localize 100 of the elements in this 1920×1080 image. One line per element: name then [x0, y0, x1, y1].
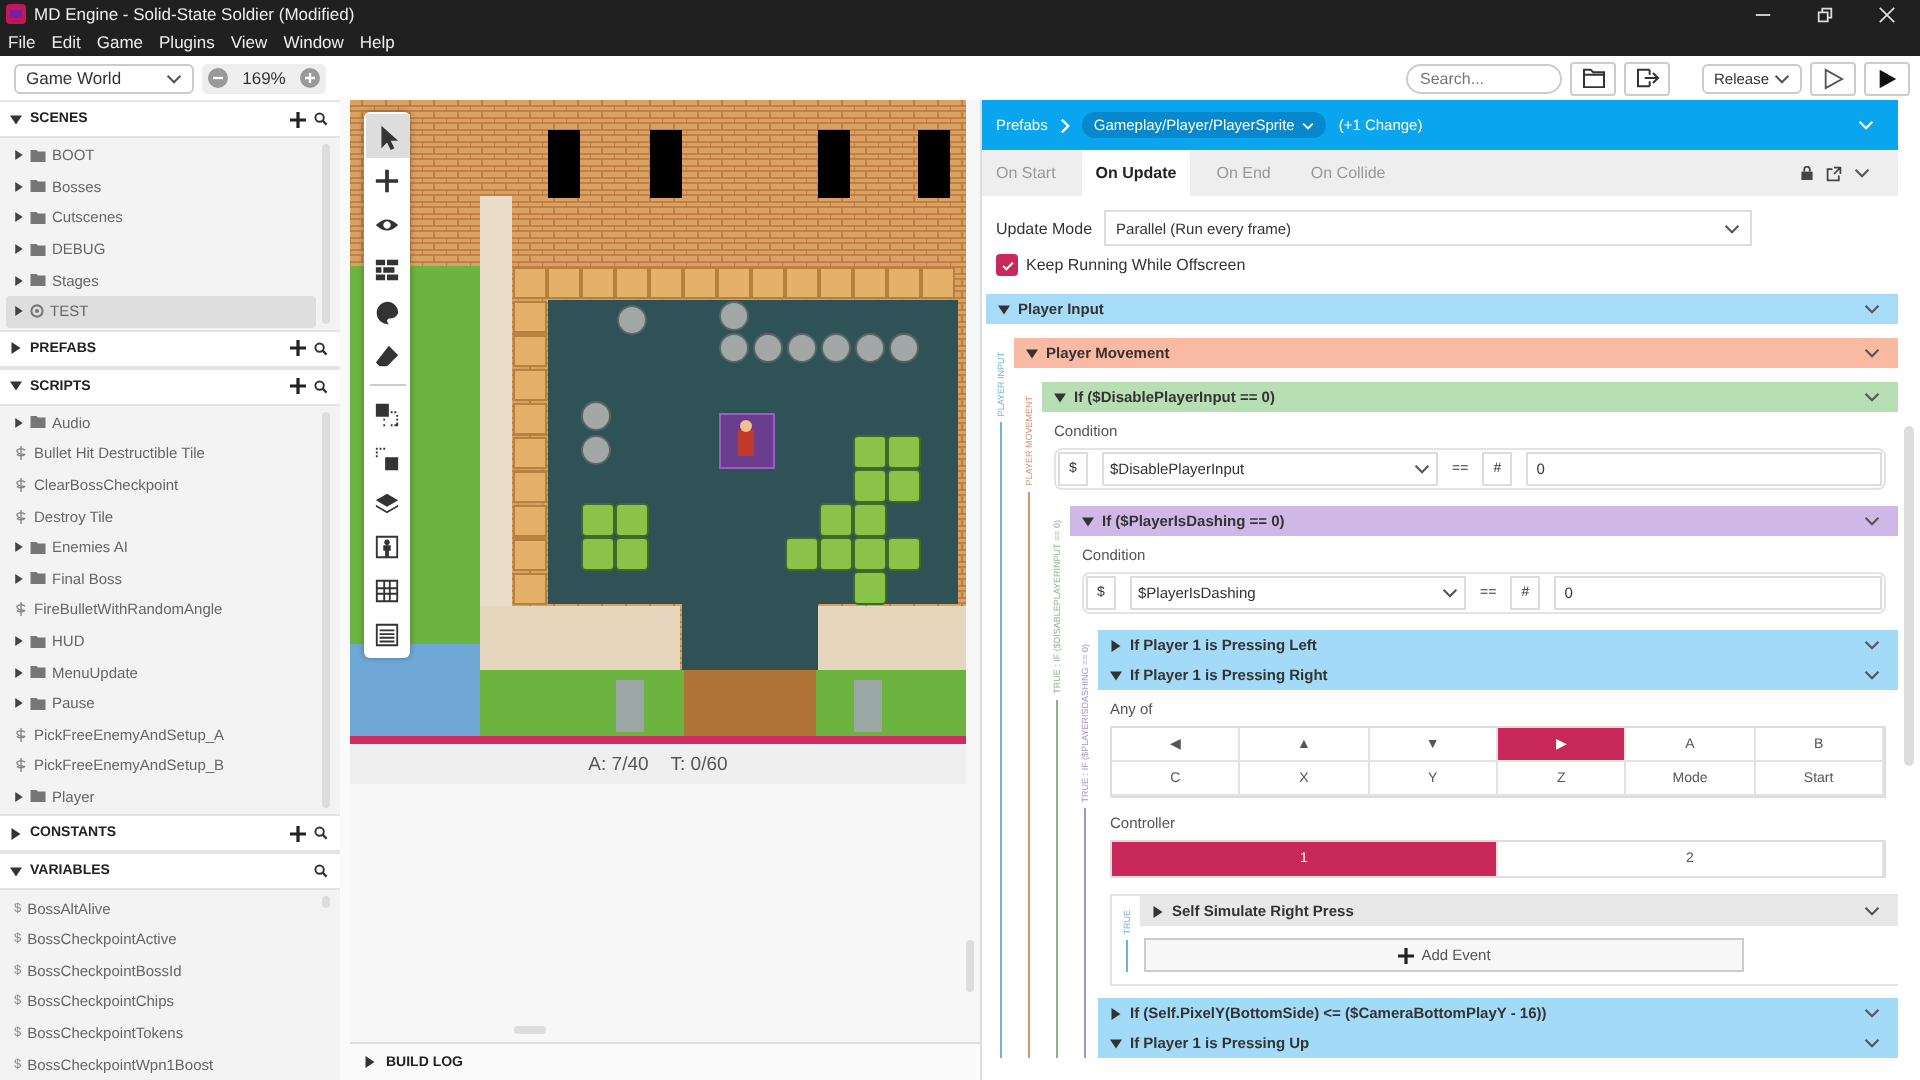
- caret-icon[interactable]: [1110, 669, 1122, 681]
- expand-arrow-icon[interactable]: [14, 542, 24, 553]
- search-icon[interactable]: [314, 112, 328, 126]
- expand-arrow-icon[interactable]: [14, 212, 24, 223]
- app-logo-icon: [6, 4, 26, 24]
- expand-arrow-icon[interactable]: [14, 667, 24, 678]
- folder-icon: [30, 635, 46, 648]
- list-icon: [374, 621, 400, 647]
- plus-icon[interactable]: [290, 825, 306, 842]
- folder-icon: [30, 541, 46, 554]
- search-icon[interactable]: [314, 341, 328, 356]
- menu-item[interactable]: Game: [96, 32, 144, 52]
- close-icon[interactable]: [1878, 5, 1896, 23]
- caret-icon[interactable]: [10, 342, 22, 355]
- menu-item[interactable]: Edit: [51, 32, 81, 52]
- play-button[interactable]: [1864, 61, 1910, 95]
- eraser-icon: [374, 343, 400, 369]
- expand-arrow-icon[interactable]: [14, 150, 24, 161]
- folder-icon: [30, 180, 46, 193]
- search-icon[interactable]: [314, 826, 328, 841]
- caret-icon[interactable]: [1152, 905, 1164, 917]
- tab[interactable]: On Update: [1081, 150, 1191, 196]
- caret-icon[interactable]: [1110, 639, 1122, 651]
- scrollbar[interactable]: [1904, 426, 1914, 766]
- expand-arrow-icon[interactable]: [14, 417, 24, 428]
- plus-icon[interactable]: [290, 111, 306, 127]
- plus-icon[interactable]: [290, 378, 306, 395]
- folder-icon: [30, 572, 46, 585]
- chevron-down-icon[interactable]: [1864, 1008, 1880, 1018]
- menu-item[interactable]: View: [230, 32, 268, 52]
- chevron-down-icon[interactable]: [1442, 588, 1458, 598]
- caret-icon[interactable]: [1110, 1007, 1122, 1019]
- play-outline-icon: [1822, 67, 1844, 89]
- world-select[interactable]: Game World: [14, 63, 194, 93]
- menu-item[interactable]: Help: [359, 32, 395, 52]
- menu-item[interactable]: File: [8, 32, 36, 52]
- search-icon[interactable]: [314, 379, 328, 394]
- chevron-down-icon[interactable]: [1864, 392, 1880, 402]
- plus-icon[interactable]: [290, 340, 306, 357]
- chevron-down-icon[interactable]: [1864, 304, 1880, 314]
- expand-arrow-icon[interactable]: [14, 791, 24, 802]
- caret-icon[interactable]: [10, 827, 22, 840]
- expand-arrow-icon[interactable]: [14, 275, 24, 286]
- folder-icon: [30, 416, 46, 429]
- expand-arrow-icon[interactable]: [14, 636, 24, 647]
- chevron-down-icon[interactable]: [1864, 640, 1880, 650]
- caret-icon[interactable]: [998, 303, 1010, 315]
- chevron-down-icon[interactable]: [1864, 516, 1880, 526]
- chevron-down-icon[interactable]: [1854, 168, 1870, 178]
- search-icon[interactable]: [314, 864, 328, 879]
- caret-icon[interactable]: [10, 380, 22, 393]
- caret-icon[interactable]: [10, 865, 22, 878]
- menu-item[interactable]: Plugins: [159, 32, 215, 52]
- open-folder-button[interactable]: [1570, 61, 1616, 95]
- search-field[interactable]: Search...: [1406, 63, 1562, 93]
- lock-icon[interactable]: [1800, 166, 1814, 180]
- caret-icon[interactable]: [1026, 347, 1038, 359]
- caret-icon[interactable]: [1110, 1037, 1122, 1049]
- chevron-down-icon[interactable]: [1864, 348, 1880, 358]
- tool-button[interactable]: [365, 114, 409, 158]
- zoom-in-icon[interactable]: [300, 68, 320, 88]
- chevron-down-icon[interactable]: [1414, 464, 1430, 474]
- chevron-down-icon[interactable]: [1724, 223, 1741, 233]
- script-icon: [14, 478, 28, 493]
- chevron-down-icon[interactable]: [1774, 73, 1790, 83]
- expand-arrow-icon[interactable]: [14, 181, 24, 192]
- player-sprite[interactable]: [719, 413, 775, 469]
- folder-icon: [30, 211, 46, 224]
- select-value: Game World: [26, 68, 122, 88]
- layers-icon: [374, 489, 400, 515]
- expand-arrow-icon[interactable]: [14, 573, 24, 584]
- paste-selection-icon: [374, 445, 400, 471]
- menu-item[interactable]: Window: [283, 32, 344, 52]
- caret-icon[interactable]: [1054, 391, 1066, 403]
- caret-icon[interactable]: [1082, 515, 1094, 527]
- restore-icon[interactable]: [1816, 5, 1834, 23]
- folder-icon: [30, 149, 46, 162]
- run-button[interactable]: [1810, 61, 1856, 95]
- brick-icon: [374, 255, 400, 281]
- export-button[interactable]: [1624, 61, 1670, 95]
- external-link-icon[interactable]: [1826, 165, 1842, 181]
- plus-icon: [1397, 947, 1414, 963]
- check-icon: [999, 257, 1015, 273]
- script-icon: [14, 758, 28, 773]
- chevron-right-icon: [1059, 117, 1070, 133]
- expand-arrow-icon[interactable]: [14, 698, 24, 709]
- chevron-down-icon[interactable]: [1864, 670, 1880, 680]
- checkbox[interactable]: [996, 254, 1018, 276]
- expand-arrow-icon[interactable]: [14, 306, 24, 317]
- chevron-down-icon[interactable]: [1864, 906, 1880, 916]
- trigger-count: T: 0/60: [670, 753, 728, 775]
- chevron-down-icon[interactable]: [166, 73, 182, 83]
- caret-icon[interactable]: [10, 113, 22, 125]
- folder-icon: [30, 274, 46, 287]
- caret-icon[interactable]: [364, 1056, 376, 1068]
- expand-arrow-icon[interactable]: [14, 244, 24, 255]
- chevron-down-icon: [1302, 121, 1315, 129]
- chevron-down-icon[interactable]: [1864, 1038, 1880, 1048]
- play-icon: [1876, 67, 1898, 89]
- zoom-out-icon[interactable]: [208, 68, 228, 88]
